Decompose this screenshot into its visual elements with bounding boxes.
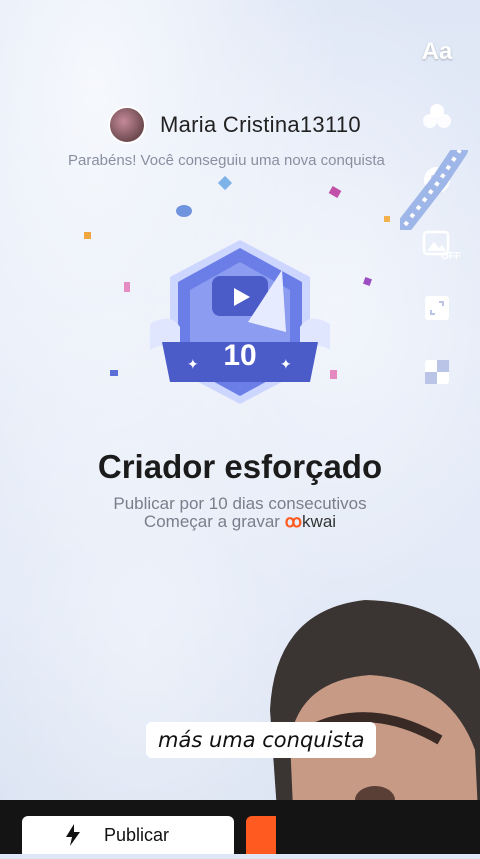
confetti [110, 370, 118, 376]
achievement-title: Criador esforçado [97, 448, 383, 485]
confetti [84, 232, 91, 239]
publish-label: Publicar [104, 824, 170, 845]
profile-header: Maria Cristina13110 [108, 106, 361, 144]
congrats-message: Parabéns! Você conseguiu uma nova conqui… [68, 152, 385, 169]
record-cta[interactable]: Começar a gravar ꝏkwai [0, 512, 480, 532]
avatar[interactable] [108, 106, 146, 144]
achievement-description: Publicar por 10 dias consecutivos [113, 494, 367, 513]
filmstrip-decoration [397, 142, 470, 233]
confetti [384, 216, 390, 222]
confetti [176, 205, 192, 217]
username: Maria Cristina13110 [160, 112, 361, 137]
achievement-badge: ✦ ✦ 10 [140, 232, 340, 422]
filters-icon[interactable] [415, 94, 459, 138]
off-badge: OFF [441, 251, 461, 262]
confetti [124, 282, 130, 292]
crop-icon[interactable] [415, 286, 459, 330]
text-tool-icon[interactable]: Aa [415, 30, 459, 74]
record-label: Começar a gravar [143, 512, 280, 531]
brand-name: kwai [302, 512, 337, 531]
badge-level: 10 [223, 339, 257, 372]
lightning-icon [66, 824, 80, 846]
publish-next-button[interactable] [246, 816, 276, 854]
layout-icon[interactable] [415, 350, 459, 394]
video-caption: más uma conquista [146, 722, 377, 758]
publish-button[interactable]: Publicar [22, 816, 234, 854]
kwai-logo-icon: ꝏ [284, 512, 303, 531]
